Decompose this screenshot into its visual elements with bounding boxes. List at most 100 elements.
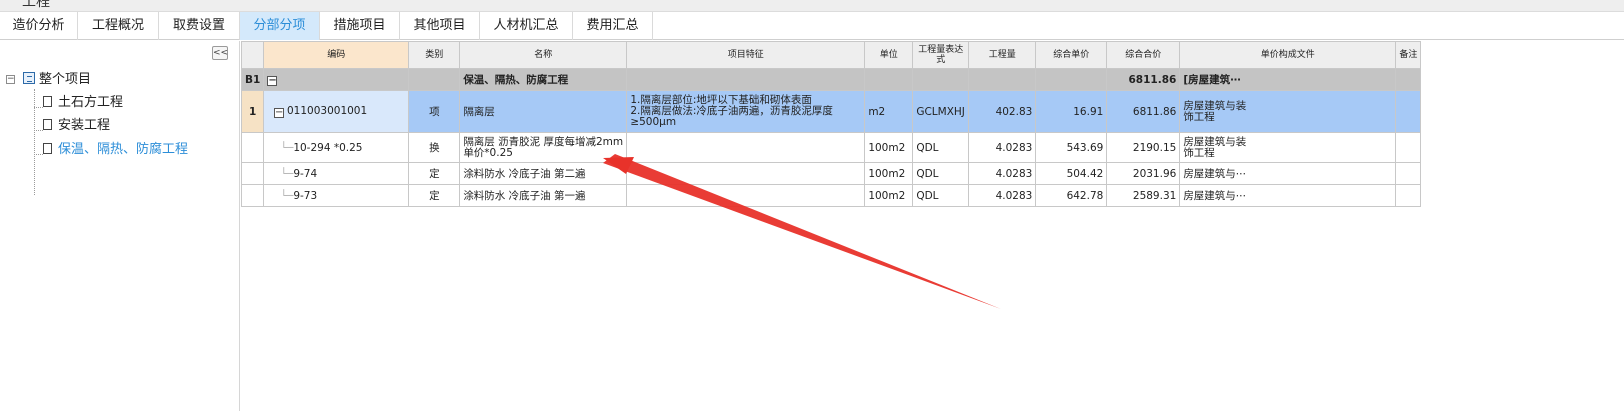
column-header-fee-file[interactable]: 单价构成文件	[1179, 41, 1397, 69]
feature-cell[interactable]	[626, 132, 866, 163]
column-header-feature[interactable]: 项目特征	[626, 41, 866, 69]
collapse-toggle-icon[interactable]: −	[267, 76, 278, 86]
note-cell[interactable]	[1395, 132, 1422, 163]
fee-file-cell[interactable]: 房屋建筑与⋯	[1179, 184, 1397, 207]
type-cell[interactable]: 定	[408, 184, 461, 207]
tab-fee-settings[interactable]: 取费设置	[159, 12, 240, 40]
quota-row[interactable]: └─10-294 *0.25 换 隔离层 沥青胶泥 厚度每增减2mm 单价*0.…	[240, 132, 1422, 163]
unit-cell[interactable]: m2	[864, 90, 914, 133]
tab-measure-items[interactable]: 措施项目	[320, 12, 400, 40]
tree-connector-line	[34, 107, 43, 108]
tree-item-installation[interactable]: 安装工程	[43, 115, 110, 137]
tree-item-insulation[interactable]: 保温、隔热、防腐工程	[43, 139, 188, 161]
column-header-unit-price[interactable]: 综合单价	[1035, 41, 1108, 69]
feature-cell[interactable]: 1.隔离层部位:地坪以下基础和砌体表面 2.隔离层做法:冷底子油两遍，沥青胶泥厚…	[626, 90, 866, 133]
qty-cell[interactable]: 4.0283	[968, 132, 1037, 163]
tree-connector-line	[34, 154, 43, 155]
row-number: B1	[240, 68, 265, 91]
column-header-name[interactable]: 名称	[459, 41, 628, 69]
note-cell[interactable]	[1395, 90, 1422, 133]
fee-file-cell[interactable]: 房屋建筑与⋯	[1179, 162, 1397, 185]
total-cell[interactable]: 6811.86	[1106, 90, 1181, 133]
expr-cell[interactable]: QDL	[912, 162, 970, 185]
grid-header-row: 编码 类别 名称 项目特征 单位 工程量表达式 工程量 综合单价 综合合价 单价…	[240, 41, 1422, 69]
code-cell[interactable]: −011003001001	[263, 90, 410, 133]
tab-fee-summary[interactable]: 费用汇总	[573, 12, 653, 40]
tab-resource-summary[interactable]: 人材机汇总	[480, 12, 573, 40]
tab-project-overview[interactable]: 工程概况	[78, 12, 159, 40]
tab-sub-items[interactable]: 分部分项	[240, 12, 320, 40]
column-header-expression[interactable]: 工程量表达式	[912, 41, 970, 69]
note-cell	[1395, 68, 1422, 91]
feature-line: ≥500μm	[630, 116, 677, 128]
column-header-note[interactable]: 备注	[1395, 41, 1422, 69]
qty-cell[interactable]: 4.0283	[968, 162, 1037, 185]
feature-cell	[626, 68, 866, 91]
collapse-toggle-icon[interactable]: −	[274, 108, 284, 118]
tab-other-items[interactable]: 其他项目	[400, 12, 480, 40]
fee-file-cell[interactable]: 房屋建筑与装 饰工程	[1179, 132, 1397, 163]
unit-price-cell	[1035, 68, 1108, 91]
code-cell[interactable]: └─10-294 *0.25	[263, 132, 410, 163]
expr-cell[interactable]: QDL	[912, 132, 970, 163]
window-titlebar: 工程	[0, 0, 1624, 12]
column-header-type[interactable]: 类别	[408, 41, 461, 69]
unit-cell[interactable]: 100m2	[864, 132, 914, 163]
document-icon	[43, 96, 52, 107]
name-cell[interactable]: 保温、隔热、防腐工程	[459, 68, 628, 91]
unit-cell[interactable]: 100m2	[864, 162, 914, 185]
collapse-panel-button[interactable]: <<	[212, 46, 228, 60]
unit-price-cell[interactable]: 504.42	[1035, 162, 1108, 185]
quota-code: 10-294 *0.25	[293, 141, 363, 154]
row-number	[240, 132, 265, 163]
tree-root-whole-project[interactable]: 整个项目	[23, 69, 91, 91]
tree-item-earthwork[interactable]: 土石方工程	[43, 92, 123, 114]
column-header-unit[interactable]: 单位	[864, 41, 914, 69]
type-cell[interactable]: 项	[408, 90, 461, 133]
name-cell[interactable]: 涂料防水 冷底子油 第二遍	[459, 162, 628, 185]
unit-price-cell[interactable]: 642.78	[1035, 184, 1108, 207]
tree-root-toggle[interactable]: −	[6, 75, 15, 84]
section-row[interactable]: B1 − 保温、隔热、防腐工程 6811.86 [房屋建筑⋯	[240, 68, 1422, 91]
total-cell[interactable]: 2589.31	[1106, 184, 1181, 207]
project-icon	[23, 72, 35, 84]
qty-cell[interactable]: 402.83	[968, 90, 1037, 133]
expr-cell[interactable]: GCLMXHJ	[912, 90, 970, 133]
quota-row[interactable]: └─9-74 定 涂料防水 冷底子油 第二遍 100m2 QDL 4.0283 …	[240, 162, 1422, 185]
name-cell[interactable]: 涂料防水 冷底子油 第一遍	[459, 184, 628, 207]
fee-file-cell[interactable]: 房屋建筑与装 饰工程	[1179, 90, 1397, 133]
quota-row[interactable]: └─9-73 定 涂料防水 冷底子油 第一遍 100m2 QDL 4.0283 …	[240, 184, 1422, 207]
code-cell[interactable]: └─9-73	[263, 184, 410, 207]
unit-cell[interactable]: 100m2	[864, 184, 914, 207]
bill-item-row[interactable]: 1 −011003001001 项 隔离层 1.隔离层部位:地坪以下基础和砌体表…	[240, 90, 1422, 133]
expr-cell	[912, 68, 970, 91]
column-header-total[interactable]: 综合合价	[1106, 41, 1181, 69]
qty-cell[interactable]: 4.0283	[968, 184, 1037, 207]
tab-cost-analysis[interactable]: 造价分析	[0, 12, 78, 40]
code-cell[interactable]: └─9-74	[263, 162, 410, 185]
expr-cell[interactable]: QDL	[912, 184, 970, 207]
unit-price-cell[interactable]: 543.69	[1035, 132, 1108, 163]
type-cell[interactable]: 定	[408, 162, 461, 185]
total-cell[interactable]: 6811.86	[1106, 68, 1181, 91]
column-header-quantity[interactable]: 工程量	[968, 41, 1037, 69]
note-cell[interactable]	[1395, 184, 1422, 207]
column-header-code[interactable]: 编码	[263, 41, 410, 69]
bill-items-table: 编码 类别 名称 项目特征 单位 工程量表达式 工程量 综合单价 综合合价 单价…	[240, 41, 1422, 207]
name-cell[interactable]: 隔离层	[459, 90, 628, 133]
tree-item-label: 保温、隔热、防腐工程	[58, 142, 189, 157]
fee-file-cell[interactable]: [房屋建筑⋯	[1179, 68, 1397, 91]
quota-code: 9-74	[293, 167, 318, 180]
tree-connector-line: └─	[267, 167, 294, 180]
total-cell[interactable]: 2031.96	[1106, 162, 1181, 185]
type-cell[interactable]: 换	[408, 132, 461, 163]
feature-cell[interactable]	[626, 184, 866, 207]
feature-cell[interactable]	[626, 162, 866, 185]
unit-price-cell[interactable]: 16.91	[1035, 90, 1108, 133]
total-cell[interactable]: 2190.15	[1106, 132, 1181, 163]
name-line: 隔离层 沥青胶泥 厚度每增减2mm	[463, 135, 624, 148]
name-cell[interactable]: 隔离层 沥青胶泥 厚度每增减2mm 单价*0.25	[459, 132, 628, 163]
note-cell[interactable]	[1395, 162, 1422, 185]
tree-connector-line	[34, 89, 35, 195]
row-number	[240, 184, 265, 207]
